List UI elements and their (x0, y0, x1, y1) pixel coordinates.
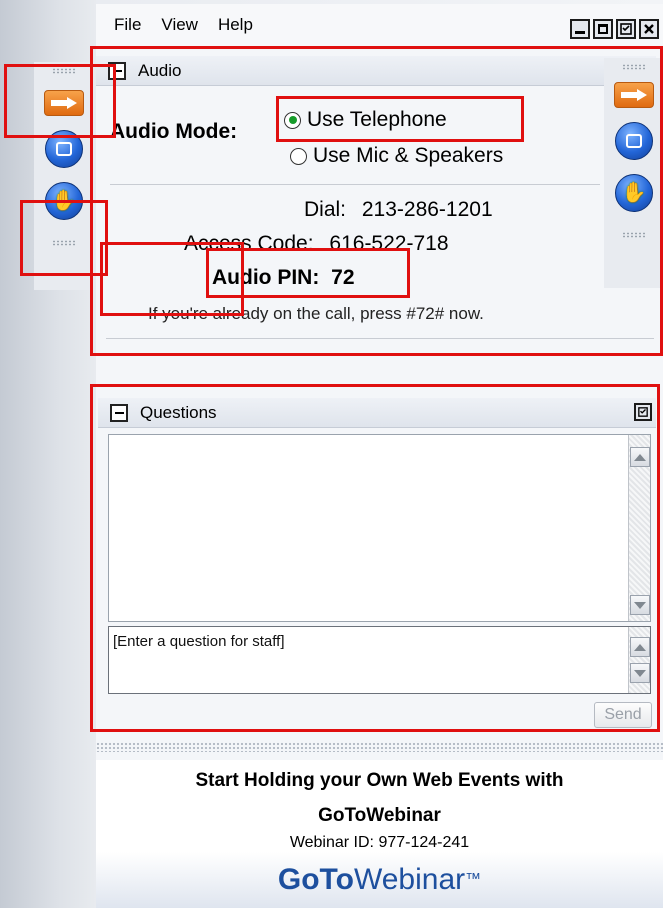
menu-view[interactable]: View (161, 15, 198, 35)
radio-unselected-icon[interactable] (290, 147, 307, 165)
questions-panel-title: Questions (140, 402, 217, 422)
panel-resize-grip[interactable] (96, 742, 663, 752)
raise-hand-icon[interactable]: ✋ (45, 182, 83, 220)
webinar-id: Webinar ID: 977-124-241 (289, 834, 470, 851)
dial-label: Dial: (304, 198, 347, 221)
access-code-row: Access Code: 616-522-718 (184, 232, 449, 256)
questions-log[interactable] (108, 434, 651, 622)
gotowebinar-window: File View Help Audio Audio Mode: Use Tel… (96, 4, 663, 908)
use-mic-speakers-option[interactable]: Use Mic & Speakers (290, 144, 503, 168)
use-mic-speakers-label: Use Mic & Speakers (313, 144, 504, 167)
audio-panel-header: Audio (96, 56, 656, 86)
access-code-label: Access Code: (184, 232, 314, 255)
collapse-questions-button[interactable] (110, 403, 128, 422)
audio-pin-row: Audio PIN: 72 (212, 266, 355, 290)
maximize-icon[interactable] (593, 19, 613, 39)
popout-icon[interactable] (634, 403, 652, 421)
question-input-scrollbar[interactable] (628, 627, 650, 693)
questions-panel-header: Questions (98, 398, 656, 428)
brand-goto: GoTo (277, 863, 354, 896)
scroll-up-icon[interactable] (630, 637, 650, 657)
use-telephone-label: Use Telephone (307, 108, 447, 131)
brand-tm: ™ (465, 871, 482, 888)
audio-hint-text: If you're already on the call, press #72… (148, 304, 484, 323)
audio-divider (110, 184, 600, 185)
arrow-icon[interactable] (44, 90, 84, 116)
menu-file[interactable]: File (114, 15, 141, 35)
left-toolbar: ✋ (34, 62, 94, 290)
question-input[interactable]: [Enter a question for staff] (108, 626, 651, 694)
promo-line-1[interactable]: Start Holding your Own Web Events with (96, 766, 663, 795)
close-icon[interactable] (639, 19, 659, 39)
questions-panel: Questions [Enter a question for staff] S… (96, 390, 658, 736)
minimize-icon[interactable] (570, 19, 590, 39)
send-button[interactable]: Send (594, 702, 652, 728)
toolbar-grip[interactable] (52, 240, 76, 246)
questions-log-scrollbar[interactable] (628, 435, 650, 621)
access-code-value: 616-522-718 (329, 232, 449, 255)
menu-bar: File View Help (96, 4, 663, 46)
promo-line-2[interactable]: GoToWebinar (96, 801, 663, 830)
use-telephone-option[interactable]: Use Telephone (284, 108, 447, 132)
promo-footer: Start Holding your Own Web Events with G… (96, 760, 663, 908)
screen-icon[interactable] (615, 122, 653, 160)
audio-panel-title: Audio (138, 60, 182, 80)
brand-webinar: Webinar (353, 863, 466, 896)
question-input-placeholder: [Enter a question for staff] (113, 633, 285, 650)
toolbar-grip[interactable] (622, 64, 646, 70)
scroll-down-icon[interactable] (630, 663, 650, 683)
screen-icon[interactable] (45, 130, 83, 168)
dial-row: Dial: 213-286-1201 (304, 198, 493, 222)
raise-hand-icon[interactable]: ✋ (615, 174, 653, 212)
scroll-down-icon[interactable] (630, 595, 650, 615)
audio-mode-label: Audio Mode: (110, 120, 238, 143)
scroll-up-icon[interactable] (630, 447, 650, 467)
restore-icon[interactable] (616, 19, 636, 39)
audio-pin-value: 72 (331, 266, 355, 289)
audio-panel-body: Audio Mode: Use Telephone Use Mic & Spea… (96, 86, 656, 356)
toolbar-grip[interactable] (52, 68, 76, 74)
radio-selected-icon[interactable] (284, 111, 301, 129)
right-toolbar: ✋ (604, 58, 663, 288)
dial-number: 213-286-1201 (361, 198, 493, 221)
toolbar-grip[interactable] (622, 232, 646, 238)
menu-help[interactable]: Help (218, 15, 253, 35)
audio-bottom-divider (106, 338, 654, 339)
audio-pin-label: Audio PIN: (212, 266, 320, 289)
arrow-icon[interactable] (614, 82, 654, 108)
collapse-audio-button[interactable] (108, 61, 126, 80)
window-controls (570, 19, 659, 39)
gotowebinar-logo: GoTo Webinar ™ (96, 852, 663, 908)
